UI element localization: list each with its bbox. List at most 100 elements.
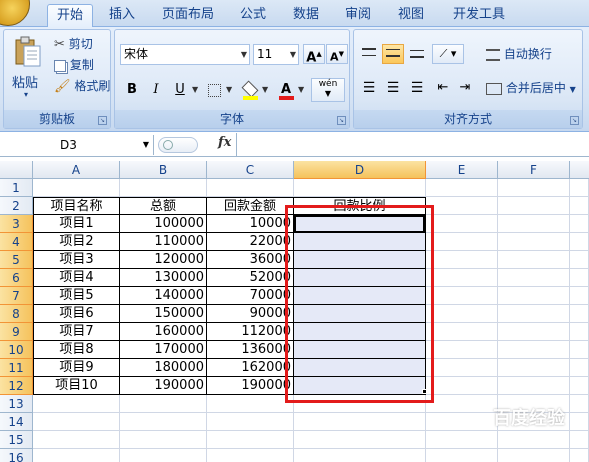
header-cell[interactable]: 总额 bbox=[120, 197, 207, 215]
table-cell[interactable]: 150000 bbox=[120, 305, 207, 323]
dialog-launcher-icon[interactable]: ↘ bbox=[98, 116, 107, 125]
italic-button[interactable]: I bbox=[145, 80, 167, 100]
row-header-13[interactable]: 13 bbox=[0, 395, 33, 413]
table-cell[interactable] bbox=[498, 341, 570, 359]
tab-formulas[interactable]: 公式 bbox=[235, 4, 271, 27]
table-cell[interactable] bbox=[426, 269, 498, 287]
table-cell[interactable] bbox=[33, 413, 120, 431]
table-cell[interactable]: 项目3 bbox=[33, 251, 120, 269]
tab-developer[interactable]: 开发工具 bbox=[448, 4, 510, 27]
header-cell[interactable]: 回款金额 bbox=[207, 197, 294, 215]
shrink-font-button[interactable]: A▼ bbox=[326, 44, 348, 64]
table-cell[interactable] bbox=[120, 395, 207, 413]
row-header-15[interactable]: 15 bbox=[0, 431, 33, 449]
dialog-launcher-icon[interactable]: ↘ bbox=[570, 116, 579, 125]
column-header-d[interactable]: D bbox=[294, 161, 426, 179]
tab-data[interactable]: 数据 bbox=[288, 4, 324, 27]
table-cell[interactable]: 项目9 bbox=[33, 359, 120, 377]
table-cell[interactable] bbox=[570, 179, 589, 197]
table-cell[interactable] bbox=[426, 251, 498, 269]
merge-center-button[interactable]: 合并后居中 ▼ bbox=[486, 78, 576, 98]
chevron-down-icon[interactable]: ▼ bbox=[143, 135, 149, 155]
table-cell[interactable] bbox=[570, 233, 589, 251]
table-cell[interactable]: 90000 bbox=[207, 305, 294, 323]
table-cell[interactable] bbox=[570, 251, 589, 269]
worksheet-grid[interactable]: A B C D E F 1 2 3 4 5 6 7 8 9 10 11 12 13 14 15 16 项目名称… bbox=[0, 161, 589, 462]
table-cell[interactable]: 22000 bbox=[207, 233, 294, 251]
name-box[interactable]: D3 ▼ bbox=[0, 135, 154, 155]
underline-button[interactable]: U bbox=[169, 80, 191, 100]
chevron-down-icon[interactable]: ▼ bbox=[226, 85, 232, 94]
insert-function-button[interactable]: fx bbox=[218, 135, 231, 150]
table-cell[interactable]: 120000 bbox=[120, 251, 207, 269]
row-header-6[interactable]: 6 bbox=[0, 269, 33, 287]
font-size-select[interactable]: 11 ▼ bbox=[253, 44, 299, 65]
table-cell[interactable] bbox=[33, 449, 120, 462]
table-cell[interactable] bbox=[426, 215, 498, 233]
table-cell[interactable]: 项目7 bbox=[33, 323, 120, 341]
table-cell[interactable] bbox=[498, 287, 570, 305]
table-cell[interactable] bbox=[570, 287, 589, 305]
table-cell[interactable] bbox=[570, 341, 589, 359]
table-cell[interactable] bbox=[498, 215, 570, 233]
align-bottom-button[interactable] bbox=[406, 44, 428, 64]
table-cell[interactable]: 项目2 bbox=[33, 233, 120, 251]
align-top-button[interactable] bbox=[358, 44, 380, 64]
row-header-2[interactable]: 2 bbox=[0, 197, 33, 215]
header-cell[interactable]: 项目名称 bbox=[33, 197, 120, 215]
column-header-e[interactable]: E bbox=[426, 161, 498, 179]
column-header-f[interactable]: F bbox=[498, 161, 570, 179]
fill-color-button[interactable] bbox=[239, 80, 261, 100]
fill-handle[interactable] bbox=[422, 389, 427, 394]
table-cell[interactable] bbox=[294, 449, 426, 462]
table-cell[interactable]: 70000 bbox=[207, 287, 294, 305]
office-button[interactable] bbox=[0, 0, 30, 26]
borders-button[interactable] bbox=[203, 80, 225, 100]
align-middle-button[interactable] bbox=[382, 44, 404, 64]
table-cell[interactable] bbox=[207, 449, 294, 462]
table-cell[interactable] bbox=[498, 251, 570, 269]
table-cell[interactable]: 项目8 bbox=[33, 341, 120, 359]
row-header-7[interactable]: 7 bbox=[0, 287, 33, 305]
table-cell[interactable]: 170000 bbox=[120, 341, 207, 359]
chevron-down-icon[interactable]: ▼ bbox=[192, 85, 198, 94]
table-cell[interactable]: 136000 bbox=[207, 341, 294, 359]
table-cell[interactable] bbox=[570, 269, 589, 287]
table-cell[interactable] bbox=[426, 233, 498, 251]
row-header-3[interactable]: 3 bbox=[0, 215, 33, 233]
table-cell[interactable]: 52000 bbox=[207, 269, 294, 287]
chevron-down-icon[interactable]: ▼ bbox=[570, 85, 576, 94]
table-cell[interactable]: 140000 bbox=[120, 287, 207, 305]
row-header-9[interactable]: 9 bbox=[0, 323, 33, 341]
table-cell[interactable]: 项目1 bbox=[33, 215, 120, 233]
chevron-down-icon[interactable]: ▼ bbox=[262, 85, 268, 94]
formula-input[interactable] bbox=[236, 133, 589, 157]
table-cell[interactable]: 100000 bbox=[120, 215, 207, 233]
table-cell[interactable]: 190000 bbox=[120, 377, 207, 395]
table-cell[interactable] bbox=[120, 179, 207, 197]
table-cell[interactable] bbox=[570, 215, 589, 233]
row-header-12[interactable]: 12 bbox=[0, 377, 33, 395]
row-header-5[interactable]: 5 bbox=[0, 251, 33, 269]
table-cell[interactable]: 项目6 bbox=[33, 305, 120, 323]
format-painter-button[interactable]: 🖌 格式刷 bbox=[54, 76, 110, 96]
table-cell[interactable] bbox=[207, 413, 294, 431]
grow-font-button[interactable]: A▲ bbox=[303, 44, 325, 65]
column-header-c[interactable]: C bbox=[207, 161, 294, 179]
orientation-button[interactable]: ⟋ ▾ bbox=[432, 44, 464, 64]
table-cell[interactable] bbox=[33, 431, 120, 449]
table-cell[interactable]: 项目5 bbox=[33, 287, 120, 305]
row-header-10[interactable]: 10 bbox=[0, 341, 33, 359]
table-cell[interactable] bbox=[426, 377, 498, 395]
table-cell[interactable] bbox=[426, 197, 498, 215]
table-cell[interactable] bbox=[498, 233, 570, 251]
table-cell[interactable]: 项目10 bbox=[33, 377, 120, 395]
table-cell[interactable]: 190000 bbox=[207, 377, 294, 395]
table-cell[interactable] bbox=[498, 269, 570, 287]
align-right-button[interactable]: ☰ bbox=[406, 78, 428, 98]
table-cell[interactable] bbox=[426, 287, 498, 305]
table-cell[interactable]: 36000 bbox=[207, 251, 294, 269]
increase-indent-button[interactable]: ⇥ bbox=[454, 78, 476, 98]
table-cell[interactable] bbox=[120, 449, 207, 462]
table-cell[interactable] bbox=[570, 359, 589, 377]
